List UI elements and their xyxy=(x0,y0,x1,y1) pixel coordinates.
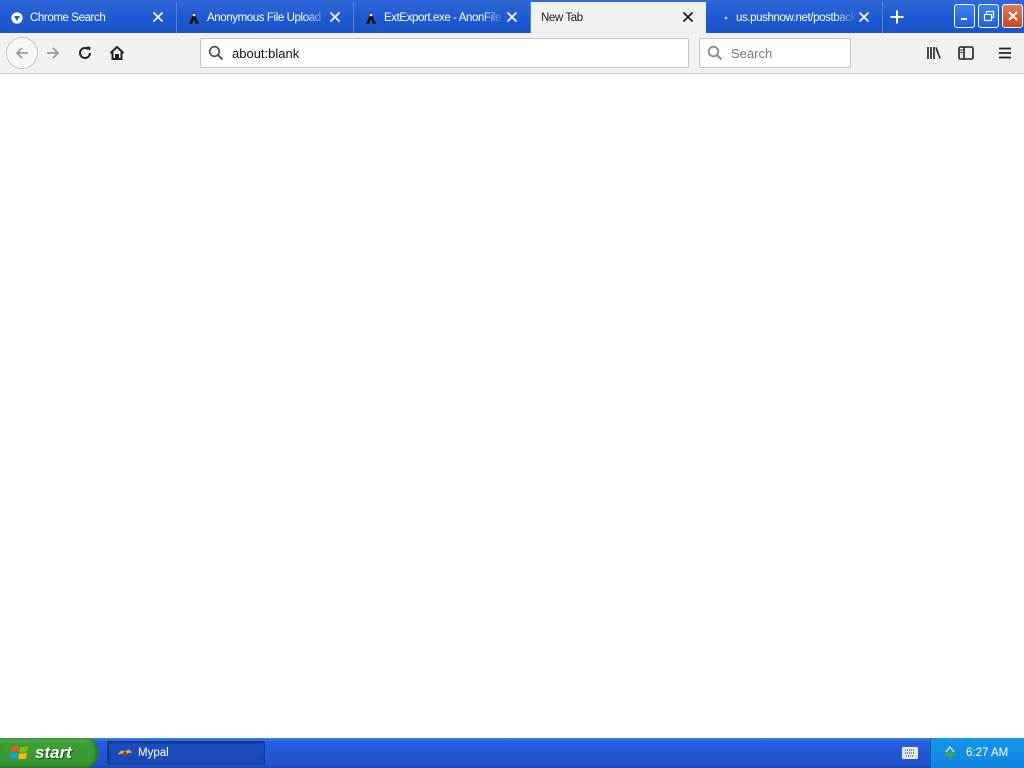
taskbar: start Mypal 6:27 AM xyxy=(0,738,1024,768)
forward-arrow-icon xyxy=(47,47,60,59)
plus-icon xyxy=(890,10,904,24)
library-button[interactable] xyxy=(922,41,946,65)
keyboard-layout-icon[interactable] xyxy=(902,747,918,759)
back-arrow-icon xyxy=(15,47,28,59)
minimize-button[interactable] xyxy=(954,4,975,28)
hamburger-menu-icon xyxy=(999,47,1011,59)
page-content[interactable] xyxy=(0,74,1024,738)
close-tab-icon[interactable] xyxy=(682,11,694,23)
tab-new-tab[interactable]: New Tab xyxy=(531,2,706,33)
close-window-button[interactable] xyxy=(1002,4,1023,28)
mypal-icon xyxy=(118,749,132,756)
sidebar-toggle-button[interactable] xyxy=(954,41,978,65)
home-button[interactable] xyxy=(105,41,129,65)
search-placeholder: Search xyxy=(731,45,773,61)
search-icon xyxy=(707,45,723,61)
new-tab-button[interactable] xyxy=(886,6,908,28)
tab-label: ExtExport.exe - AnonFile xyxy=(384,11,501,24)
tab-label: New Tab xyxy=(541,11,583,24)
close-tab-icon[interactable] xyxy=(858,11,870,23)
url-text: about:blank xyxy=(232,45,300,61)
tab-pushnow[interactable]: us.pushnow.net/postback xyxy=(706,2,883,33)
navigation-toolbar: about:blank Search xyxy=(0,33,1024,74)
library-icon xyxy=(927,47,941,59)
close-tab-icon[interactable] xyxy=(329,11,341,23)
minimize-icon xyxy=(960,18,967,20)
system-tray: 6:27 AM xyxy=(930,738,1024,768)
tab-extexport-anonfile[interactable]: ExtExport.exe - AnonFile xyxy=(354,2,531,33)
home-icon xyxy=(109,45,125,60)
anonfile-icon xyxy=(364,11,378,25)
start-label: start xyxy=(35,743,72,762)
close-tab-icon[interactable] xyxy=(506,11,518,23)
taskbar-item-mypal[interactable]: Mypal xyxy=(107,741,265,765)
search-icon xyxy=(208,45,224,61)
reload-button[interactable] xyxy=(73,41,97,65)
start-button[interactable]: start xyxy=(0,738,98,768)
network-tray-icon[interactable] xyxy=(942,745,958,761)
close-icon xyxy=(1007,11,1018,21)
close-tab-icon[interactable] xyxy=(152,11,164,23)
anonfile-icon xyxy=(187,11,201,25)
forward-button[interactable] xyxy=(41,41,65,65)
menu-button[interactable] xyxy=(993,41,1017,65)
tab-anonymous-file-upload[interactable]: Anonymous File Upload xyxy=(177,2,354,33)
sidebar-icon xyxy=(958,46,974,60)
back-button[interactable] xyxy=(6,37,38,69)
reload-icon xyxy=(79,46,91,59)
chrome-search-icon xyxy=(10,10,24,25)
task-label: Mypal xyxy=(138,747,169,759)
tab-label: us.pushnow.net/postback xyxy=(736,11,856,24)
search-bar[interactable]: Search xyxy=(699,38,851,68)
tab-label: Chrome Search xyxy=(30,11,106,24)
windows-logo-icon xyxy=(10,746,28,760)
loading-dot-icon xyxy=(716,11,730,25)
tab-strip: Chrome Search Anonymous File Upload ExtE… xyxy=(0,0,1024,33)
tab-chrome-search[interactable]: Chrome Search xyxy=(0,2,177,33)
tab-label: Anonymous File Upload xyxy=(207,11,321,24)
clock: 6:27 AM xyxy=(966,747,1009,759)
restore-button[interactable] xyxy=(978,4,999,28)
url-bar[interactable]: about:blank xyxy=(200,38,689,68)
restore-icon xyxy=(983,10,994,22)
